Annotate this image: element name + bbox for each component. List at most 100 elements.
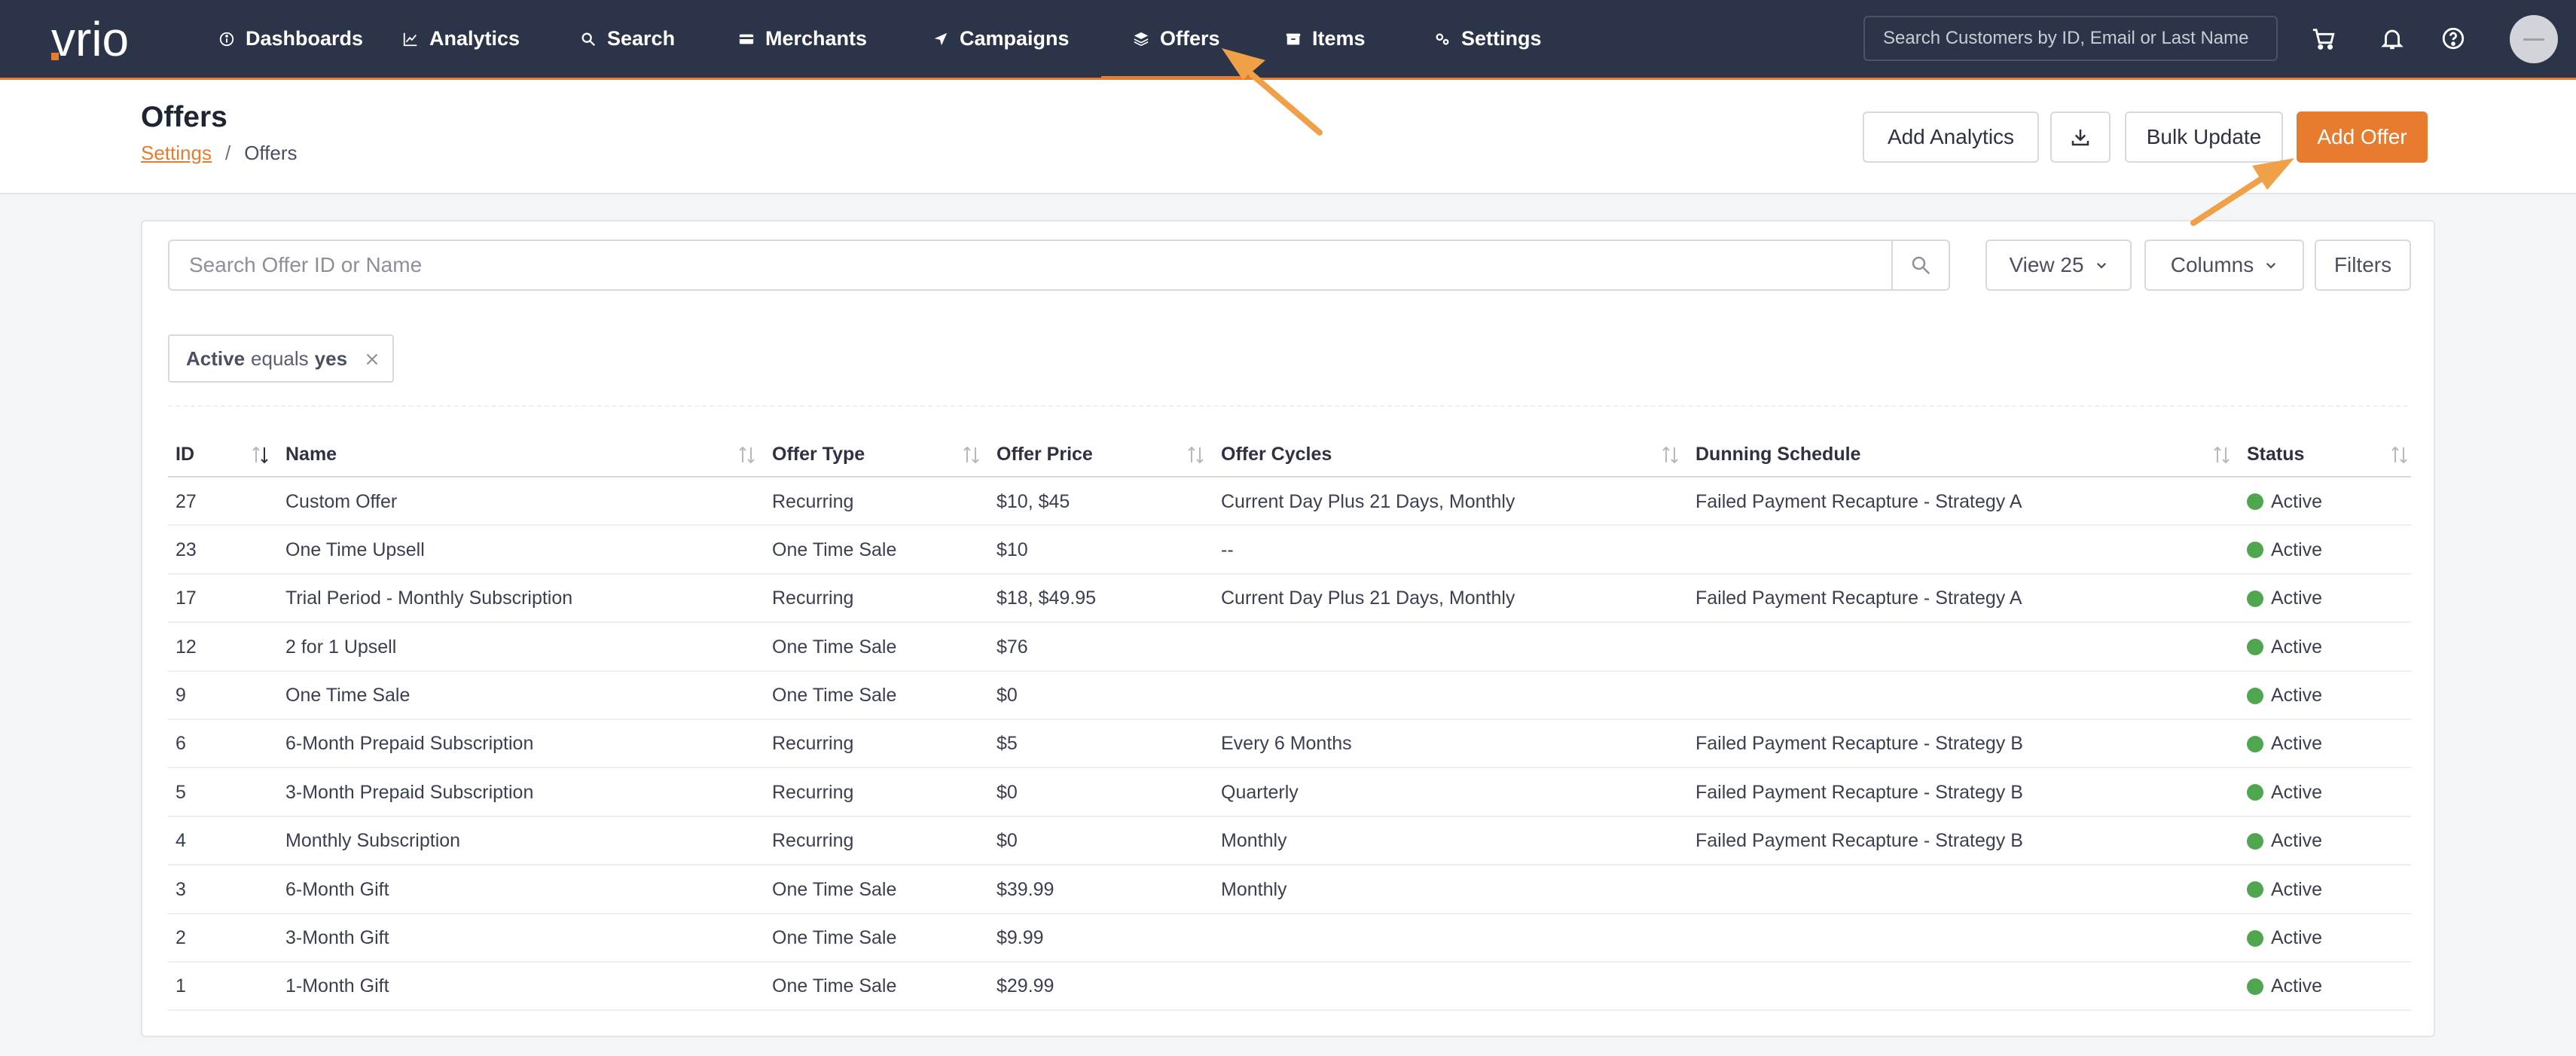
cell-name: Monthly Subscription: [285, 830, 461, 852]
notifications-button[interactable]: [2376, 23, 2408, 54]
nav-label-items: Items: [1312, 27, 1366, 50]
nav-item-offers[interactable]: Offers: [1101, 0, 1251, 80]
header-col-offer-type[interactable]: Offer Type: [772, 431, 865, 478]
avatar[interactable]: [2510, 15, 2558, 63]
cell-status: Active: [2247, 575, 2322, 623]
header-col-status[interactable]: Status: [2247, 431, 2304, 478]
info-circle-icon: [219, 32, 234, 46]
add-analytics-button[interactable]: Add Analytics: [1863, 111, 2039, 163]
cell-name: One Time Sale: [285, 685, 411, 707]
table-row[interactable]: 3 6-Month Gift One Time Sale $39.99 Monthly A…: [168, 865, 2411, 914]
sort-icon[interactable]: [251, 444, 270, 465]
columns-label: Columns: [2170, 253, 2254, 276]
table-row[interactable]: 5 3-Month Prepaid Subscription Recurring $0…: [168, 768, 2411, 817]
credit-card-icon: [739, 34, 754, 44]
box-icon: [1286, 33, 1301, 44]
view-count-dropdown[interactable]: View 25: [1985, 240, 2132, 291]
columns-dropdown[interactable]: Columns: [2144, 240, 2304, 291]
sort-icon[interactable]: [1661, 444, 1680, 465]
close-icon[interactable]: [362, 349, 382, 369]
sort-icon[interactable]: [962, 444, 981, 465]
nav-item-merchants[interactable]: Merchants: [738, 0, 867, 78]
cell-offer-type: Recurring: [772, 733, 854, 755]
cell-name: 6-Month Prepaid Subscription: [285, 733, 534, 755]
offer-search-button[interactable]: [1891, 240, 1950, 291]
cell-offer-cycles: Every 6 Months: [1221, 733, 1352, 755]
bell-icon: [2381, 29, 2404, 50]
vrio-logo[interactable]: vrio: [48, 14, 172, 65]
cell-offer-price: $5: [997, 733, 1018, 755]
cell-offer-type: Recurring: [772, 490, 854, 512]
cell-dunning-schedule: Failed Payment Recapture - Strategy A: [1695, 490, 2022, 512]
cell-dunning-schedule: Failed Payment Recapture - Strategy B: [1695, 733, 2023, 755]
cell-status: Active: [2247, 817, 2322, 865]
table-row[interactable]: 2 3-Month Gift One Time Sale $9.99 Active: [168, 914, 2411, 963]
cell-offer-price: $18, $49.95: [997, 588, 1097, 609]
table-body: 27 Custom Offer Recurring $10, $45 Current D…: [168, 478, 2411, 1012]
cell-offer-cycles: Quarterly: [1221, 781, 1299, 803]
table-row[interactable]: 1 1-Month Gift One Time Sale $29.99 Active: [168, 963, 2411, 1012]
header-col-dunning-schedule[interactable]: Dunning Schedule: [1695, 431, 1860, 478]
cell-name: Custom Offer: [285, 490, 398, 512]
cell-offer-price: $10, $45: [997, 490, 1070, 512]
sort-icon[interactable]: [1186, 444, 1206, 465]
help-button[interactable]: [2437, 23, 2469, 54]
filters-button[interactable]: Filters: [2315, 240, 2411, 291]
cell-offer-type: Recurring: [772, 781, 854, 803]
view-count-label: View 25: [2009, 253, 2084, 276]
cell-offer-price: $39.99: [997, 878, 1055, 900]
cell-status: Active: [2247, 768, 2322, 816]
sort-icon[interactable]: [2212, 444, 2232, 465]
cell-offer-price: $0: [997, 781, 1018, 803]
table-row[interactable]: 12 2 for 1 Upsell One Time Sale $76 Active: [168, 623, 2411, 672]
header-col-name[interactable]: Name: [285, 431, 337, 478]
divider: [168, 405, 2408, 407]
cell-offer-price: $76: [997, 636, 1028, 658]
status-dot: [2247, 832, 2263, 850]
header-col-offer-cycles[interactable]: Offer Cycles: [1221, 431, 1332, 478]
nav-label-dashboards: Dashboards: [246, 27, 364, 50]
nav-item-settings[interactable]: Settings: [1434, 0, 1542, 78]
table-row[interactable]: 9 One Time Sale One Time Sale $0 Active: [168, 672, 2411, 720]
status-dot: [2247, 929, 2263, 947]
status-label: Active: [2271, 975, 2323, 997]
status-label: Active: [2271, 830, 2323, 852]
cell-offer-type: Recurring: [772, 588, 854, 609]
breadcrumb-settings-link[interactable]: Settings: [141, 142, 212, 165]
header-col-id[interactable]: ID: [175, 431, 194, 478]
nav-item-dashboards[interactable]: Dashboards: [218, 0, 363, 78]
offer-search-input[interactable]: [168, 240, 1891, 291]
sort-icon[interactable]: [737, 444, 757, 465]
nav-item-search[interactable]: Search: [580, 0, 675, 78]
cell-name: 3-Month Prepaid Subscription: [285, 781, 534, 803]
download-button[interactable]: [2050, 111, 2111, 163]
table-row[interactable]: 4 Monthly Subscription Recurring $0 Monthly F…: [168, 817, 2411, 866]
header-col-offer-price[interactable]: Offer Price: [997, 431, 1093, 478]
global-search-input[interactable]: [1863, 16, 2278, 61]
table-row[interactable]: 6 6-Month Prepaid Subscription Recurring $5…: [168, 720, 2411, 769]
help-icon: [2442, 27, 2465, 50]
page-header: Offers Settings / Offers Add Analytics B…: [0, 80, 2576, 194]
offers-table: ID Name Offer Type Offer Price Offer Cycles D…: [168, 431, 2411, 1012]
status-dot: [2247, 590, 2263, 607]
filter-operator: equals: [251, 346, 309, 370]
cart-button[interactable]: [2308, 23, 2339, 54]
table-row[interactable]: 27 Custom Offer Recurring $10, $45 Current D…: [168, 478, 2411, 526]
bulk-update-button[interactable]: Bulk Update: [2125, 111, 2283, 163]
cell-dunning-schedule: Failed Payment Recapture - Strategy A: [1695, 588, 2022, 609]
cell-name: 3-Month Gift: [285, 927, 389, 949]
cell-id: 5: [175, 781, 186, 803]
cell-offer-price: $10: [997, 539, 1028, 560]
cell-id: 9: [175, 685, 186, 707]
table-row[interactable]: 23 One Time Upsell One Time Sale $10 -- Activ…: [168, 526, 2411, 575]
status-dot: [2247, 542, 2263, 559]
table-row[interactable]: 17 Trial Period - Monthly Subscription Rec…: [168, 575, 2411, 624]
nav-item-analytics[interactable]: Analytics: [402, 0, 520, 78]
nav-item-items[interactable]: Items: [1285, 0, 1366, 78]
nav-item-campaigns[interactable]: Campaigns: [932, 0, 1070, 78]
nav-label-merchants: Merchants: [765, 27, 868, 50]
sort-icon[interactable]: [2390, 444, 2410, 465]
add-offer-button[interactable]: Add Offer: [2297, 111, 2428, 163]
cell-offer-type: One Time Sale: [772, 927, 897, 949]
status-dot: [2247, 493, 2263, 510]
